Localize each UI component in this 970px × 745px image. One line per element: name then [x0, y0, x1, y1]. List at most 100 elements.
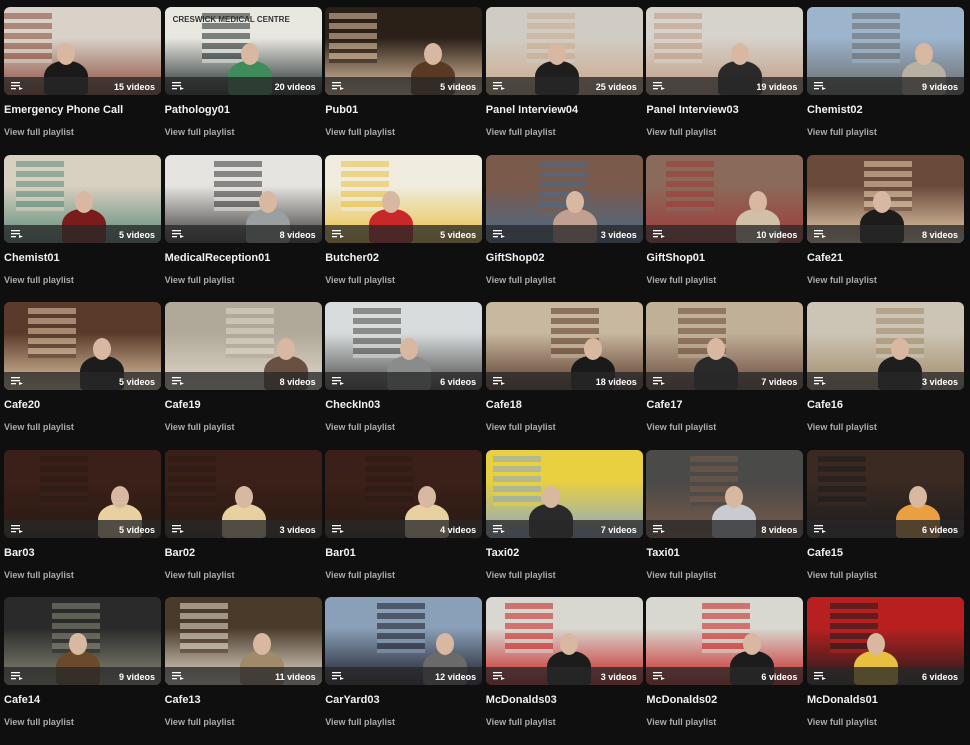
playlist-thumbnail[interactable]: 8 videos [646, 449, 804, 538]
playlist-title[interactable]: McDonalds02 [646, 694, 803, 706]
view-full-playlist-link[interactable]: View full playlist [646, 422, 803, 432]
playlist-title[interactable]: Cafe14 [4, 694, 161, 706]
playlist-title[interactable]: GiftShop01 [646, 252, 803, 264]
playlist-thumbnail[interactable]: 8 videos [806, 154, 964, 243]
view-full-playlist-link[interactable]: View full playlist [646, 717, 803, 727]
playlist-title[interactable]: Pathology01 [165, 104, 322, 116]
playlist-icon [11, 377, 23, 385]
playlist-title[interactable]: GiftShop02 [486, 252, 643, 264]
playlist-thumbnail[interactable]: 5 videos [4, 154, 161, 243]
view-full-playlist-link[interactable]: View full playlist [165, 570, 322, 580]
playlist-thumbnail[interactable]: 3 videos [485, 154, 643, 243]
playlist-thumbnail[interactable]: 5 videos [4, 449, 161, 538]
view-full-playlist-link[interactable]: View full playlist [646, 275, 803, 285]
playlist-thumbnail[interactable]: 25 videos [485, 7, 643, 95]
view-full-playlist-link[interactable]: View full playlist [807, 275, 964, 285]
playlist-title[interactable]: Bar02 [165, 547, 322, 559]
playlist-thumbnail[interactable]: 6 videos [646, 597, 804, 685]
playlist-title[interactable]: Cafe21 [807, 252, 964, 264]
thumbnail-overlay-bar: 4 videos [325, 519, 483, 538]
view-full-playlist-link[interactable]: View full playlist [807, 570, 964, 580]
view-full-playlist-link[interactable]: View full playlist [486, 422, 643, 432]
playlist-title[interactable]: Chemist02 [807, 104, 964, 116]
playlist-title[interactable]: Panel Interview03 [646, 104, 803, 116]
playlist-title[interactable]: Bar01 [325, 547, 482, 559]
view-full-playlist-link[interactable]: View full playlist [807, 127, 964, 137]
view-full-playlist-link[interactable]: View full playlist [486, 570, 643, 580]
view-full-playlist-link[interactable]: View full playlist [4, 422, 161, 432]
playlist-thumbnail[interactable]: 7 videos [485, 449, 643, 538]
view-full-playlist-link[interactable]: View full playlist [325, 127, 482, 137]
playlist-card: 3 videos GiftShop02 View full playlist [485, 154, 643, 302]
playlist-title[interactable]: McDonalds01 [807, 694, 964, 706]
view-full-playlist-link[interactable]: View full playlist [165, 422, 322, 432]
playlist-thumbnail[interactable]: 7 videos [646, 302, 804, 390]
playlist-thumbnail[interactable]: 18 videos [485, 302, 643, 390]
view-full-playlist-link[interactable]: View full playlist [4, 275, 161, 285]
playlist-thumbnail[interactable]: 19 videos [646, 7, 804, 95]
playlist-title[interactable]: Cafe15 [807, 547, 964, 559]
view-full-playlist-link[interactable]: View full playlist [325, 422, 482, 432]
view-full-playlist-link[interactable]: View full playlist [4, 127, 161, 137]
view-full-playlist-link[interactable]: View full playlist [325, 570, 482, 580]
playlist-icon [332, 672, 345, 680]
playlist-thumbnail[interactable]: 12 videos [325, 597, 483, 685]
view-full-playlist-link[interactable]: View full playlist [646, 127, 803, 137]
view-full-playlist-link[interactable]: View full playlist [325, 275, 482, 285]
playlist-thumbnail[interactable]: 3 videos [485, 597, 643, 685]
playlist-thumbnail[interactable]: 6 videos [325, 302, 483, 390]
playlist-card: 5 videos Chemist01 View full playlist [4, 154, 161, 302]
playlist-icon [332, 82, 345, 90]
playlist-thumbnail[interactable]: 9 videos [806, 7, 964, 95]
playlist-title[interactable]: MedicalReception01 [165, 252, 322, 264]
playlist-thumbnail[interactable]: 4 videos [325, 449, 483, 538]
playlist-thumbnail[interactable]: 6 videos [806, 449, 964, 538]
playlist-thumbnail[interactable]: 5 videos [4, 302, 161, 390]
playlist-thumbnail[interactable]: 3 videos [806, 302, 964, 390]
view-full-playlist-link[interactable]: View full playlist [165, 275, 322, 285]
playlist-thumbnail[interactable]: 5 videos [325, 154, 483, 243]
playlist-thumbnail[interactable]: 8 videos [164, 154, 322, 243]
playlist-title[interactable]: Pub01 [325, 104, 482, 116]
playlist-thumbnail[interactable]: 11 videos [164, 597, 322, 685]
playlist-title[interactable]: Panel Interview04 [486, 104, 643, 116]
playlist-title[interactable]: CarYard03 [325, 694, 482, 706]
playlist-thumbnail[interactable]: 5 videos [325, 7, 483, 95]
playlist-thumbnail[interactable]: CRESWICK MEDICAL CENTRE 20 videos [164, 7, 322, 95]
playlist-title[interactable]: CheckIn03 [325, 399, 482, 411]
view-full-playlist-link[interactable]: View full playlist [165, 717, 322, 727]
view-full-playlist-link[interactable]: View full playlist [4, 570, 161, 580]
playlist-thumbnail[interactable]: 8 videos [164, 302, 322, 390]
playlist-thumbnail[interactable]: 10 videos [646, 154, 804, 243]
view-full-playlist-link[interactable]: View full playlist [486, 275, 643, 285]
playlist-icon [492, 377, 505, 385]
playlist-thumbnail[interactable]: 15 videos [4, 7, 161, 95]
playlist-title[interactable]: Butcher02 [325, 252, 482, 264]
playlist-title[interactable]: McDonalds03 [486, 694, 643, 706]
playlist-thumbnail[interactable]: 9 videos [4, 597, 161, 685]
view-full-playlist-link[interactable]: View full playlist [4, 717, 161, 727]
view-full-playlist-link[interactable]: View full playlist [325, 717, 482, 727]
playlist-title[interactable]: Cafe17 [646, 399, 803, 411]
playlist-title[interactable]: Chemist01 [4, 252, 161, 264]
playlist-thumbnail[interactable]: 3 videos [164, 449, 322, 538]
playlist-title[interactable]: Cafe19 [165, 399, 322, 411]
view-full-playlist-link[interactable]: View full playlist [646, 570, 803, 580]
playlist-title[interactable]: Cafe13 [165, 694, 322, 706]
playlist-title[interactable]: Cafe18 [486, 399, 643, 411]
playlist-thumbnail[interactable]: 6 videos [806, 597, 964, 685]
video-count-badge: 5 videos [118, 377, 155, 387]
playlist-card: 11 videos Cafe13 View full playlist [164, 597, 322, 744]
playlist-title[interactable]: Cafe20 [4, 399, 161, 411]
view-full-playlist-link[interactable]: View full playlist [807, 717, 964, 727]
playlist-card: 5 videos Bar03 View full playlist [4, 449, 161, 597]
view-full-playlist-link[interactable]: View full playlist [165, 127, 322, 137]
playlist-title[interactable]: Taxi02 [486, 547, 643, 559]
playlist-title[interactable]: Bar03 [4, 547, 161, 559]
playlist-title[interactable]: Taxi01 [646, 547, 803, 559]
view-full-playlist-link[interactable]: View full playlist [807, 422, 964, 432]
playlist-title[interactable]: Cafe16 [807, 399, 964, 411]
playlist-title[interactable]: Emergency Phone Call [4, 104, 161, 116]
view-full-playlist-link[interactable]: View full playlist [486, 717, 643, 727]
view-full-playlist-link[interactable]: View full playlist [486, 127, 643, 137]
